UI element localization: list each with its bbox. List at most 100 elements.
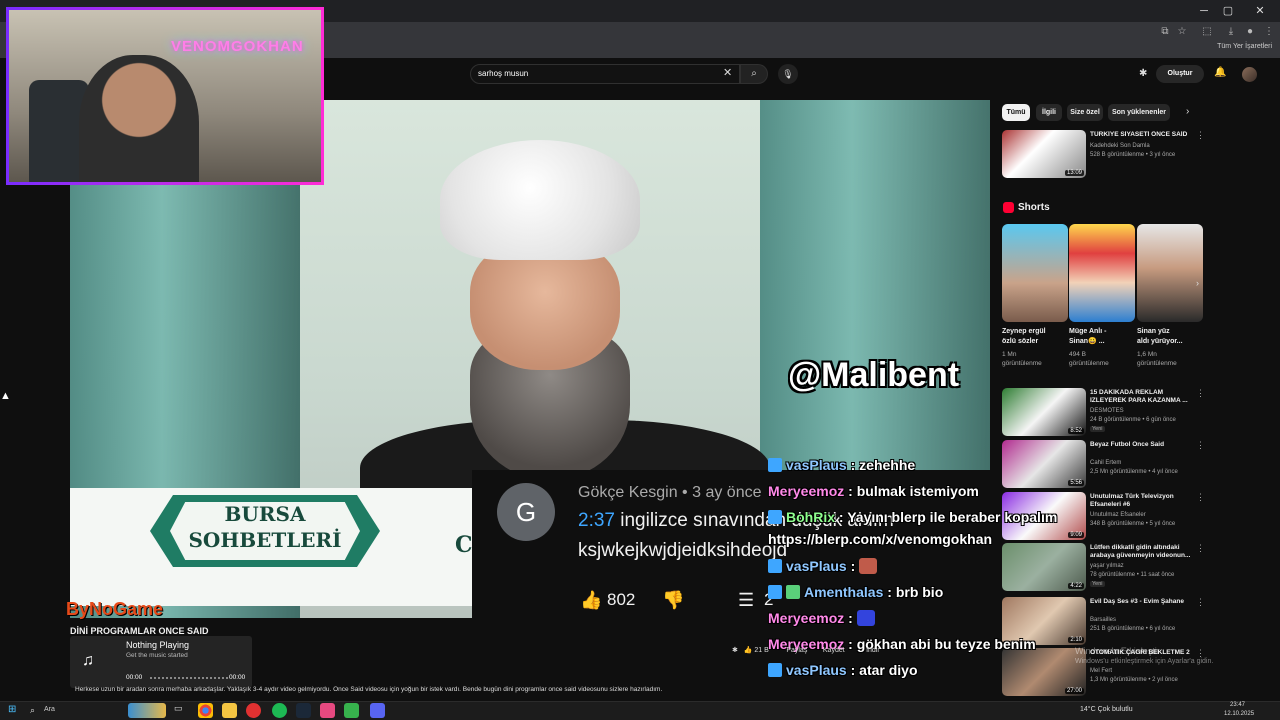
short-thumbnail-1[interactable]: [1002, 224, 1068, 322]
app-icon[interactable]: [320, 703, 335, 718]
video-title[interactable]: TÜRKİYE SİYASETİ ÖNCE SAİD: [1090, 131, 1190, 139]
more-options-icon[interactable]: ⋮: [1196, 597, 1205, 608]
search-icon[interactable]: ⌕: [740, 64, 768, 84]
start-icon[interactable]: ⊞: [8, 704, 16, 715]
chip-all[interactable]: Tümü: [1002, 104, 1030, 121]
search-icon[interactable]: ⌕: [30, 705, 35, 716]
comment-text-line2: ksjwkejkwjdjeidksihdeojd: [578, 540, 788, 561]
video-meta: 78 görüntülenme • 11 saat önce: [1090, 572, 1175, 578]
share-button[interactable]: Paylaş: [786, 647, 807, 654]
video-title-line2[interactable]: Efsaneleri #6: [1090, 501, 1190, 509]
video-channel[interactable]: yaşar yılmaz: [1090, 562, 1124, 570]
related-video-item[interactable]: 8:52 15 DAKİKADA REKLAM İZLEYEREK PARA KAZ…: [1002, 388, 1205, 436]
weather-widget[interactable]: 14°C Çok bulutlu: [1080, 706, 1133, 713]
notifications-bell-icon[interactable]: 🔔: [1214, 67, 1226, 78]
maximize-button[interactable]: ▢: [1218, 3, 1238, 19]
chat-message: brb bio: [895, 584, 944, 600]
create-button[interactable]: Oluştur: [1156, 65, 1204, 83]
video-channel[interactable]: Cahil Ertem: [1090, 459, 1121, 467]
more-options-icon[interactable]: ⋮: [1196, 440, 1205, 451]
more-options-icon[interactable]: ⋮: [1196, 492, 1205, 503]
related-video-item[interactable]: 4:22 Lütfen dikkatli gidin altındaki araba…: [1002, 543, 1205, 591]
account-avatar[interactable]: [1242, 67, 1257, 82]
chat-line: https://blerp.com/x/venomgokhan: [768, 531, 992, 547]
video-channel[interactable]: Mel Fert: [1090, 667, 1112, 675]
video-title[interactable]: Evil Daş Ses #3 - Evim Şahane: [1090, 598, 1190, 606]
short-thumbnail-3[interactable]: [1137, 224, 1203, 322]
short-title-2[interactable]: Müge Anlı - Sinan😀 ...: [1069, 327, 1106, 347]
chip-recent[interactable]: Son yüklenenler: [1108, 104, 1170, 121]
mouse-cursor-icon: ▲: [0, 390, 11, 402]
spotify-icon[interactable]: [272, 703, 287, 718]
task-view-icon[interactable]: ▭: [174, 703, 189, 718]
opera-icon[interactable]: [246, 703, 261, 718]
video-thumbnail[interactable]: 5:56: [1002, 440, 1086, 488]
chat-user: vasPlaus: [786, 558, 847, 574]
cast-icon[interactable]: ⧉: [1158, 25, 1172, 39]
app-icon[interactable]: [344, 703, 359, 718]
file-explorer-icon[interactable]: [222, 703, 237, 718]
close-window-button[interactable]: ✕: [1250, 3, 1270, 19]
video-channel[interactable]: Kadehdeki Son Damla: [1090, 142, 1150, 150]
profile-icon[interactable]: ●: [1243, 25, 1257, 39]
extensions-icon[interactable]: ⬚: [1200, 25, 1214, 39]
save-button[interactable]: Kaydet: [823, 647, 845, 654]
chevron-right-icon[interactable]: ›: [1186, 106, 1189, 117]
video-thumbnail[interactable]: 13:09: [1002, 130, 1086, 178]
video-duration: 4:22: [1068, 583, 1084, 589]
clear-search-icon[interactable]: ✕: [723, 66, 732, 79]
more-options-icon[interactable]: ⋮: [1196, 388, 1205, 399]
chrome-icon[interactable]: [198, 703, 213, 718]
chip-for-you[interactable]: Size özel: [1067, 104, 1103, 121]
search-query[interactable]: sarhoş musun: [478, 69, 528, 78]
discord-icon[interactable]: [370, 703, 385, 718]
more-options-icon[interactable]: ⋮: [1196, 130, 1205, 141]
short-title-1[interactable]: Zeynep ergül özlü sözler: [1002, 327, 1046, 347]
chat-line: Amenthalas : brb bio: [768, 584, 943, 600]
video-title-line2[interactable]: arabaya güvenmeyin videonun...: [1090, 552, 1190, 560]
chat-user: Meryeemoz: [768, 483, 845, 499]
all-bookmarks-link[interactable]: Tüm Yer İşaretleri: [1217, 43, 1272, 50]
video-thumbnail[interactable]: 4:22: [1002, 543, 1086, 591]
related-video-item[interactable]: 5:56 Beyaz Futbol Once Said Cahil Ertem 2,5…: [1002, 440, 1205, 488]
download-button[interactable]: İndir: [866, 647, 880, 654]
clock-date[interactable]: 12.10.2025: [1224, 711, 1254, 717]
like-count[interactable]: 21 B: [754, 647, 768, 654]
video-title[interactable]: 15 DAKİKADA REKLAM: [1090, 389, 1190, 397]
video-title[interactable]: Beyaz Futbol Once Said: [1090, 441, 1190, 449]
gear-icon[interactable]: ✱: [1139, 68, 1147, 79]
microphone-icon[interactable]: 🎙: [778, 64, 798, 84]
minimize-button[interactable]: ─: [1194, 3, 1214, 19]
video-thumbnail[interactable]: 8:52: [1002, 388, 1086, 436]
bookmark-star-icon[interactable]: ☆: [1175, 25, 1189, 39]
menu-icon[interactable]: ⋮: [1262, 25, 1276, 39]
short-title-3[interactable]: Sinan yüz aldı yürüyor...: [1137, 327, 1183, 347]
chat-message: Yayını blerp ile beraber kopalım: [847, 509, 1058, 525]
video-channel[interactable]: Unutulmaz Efsaneler: [1090, 511, 1146, 519]
video-title[interactable]: Lütfen dikkatli gidin altındaki: [1090, 544, 1190, 552]
short-thumbnail-2[interactable]: [1069, 224, 1135, 322]
video-duration: 2:10: [1068, 637, 1084, 643]
video-channel[interactable]: DESMOTES: [1090, 407, 1124, 415]
video-title[interactable]: Unutulmaz Türk Televizyon: [1090, 493, 1190, 501]
widgets-icon[interactable]: [128, 703, 166, 718]
shorts-next-icon[interactable]: ›: [1196, 278, 1199, 288]
music-title: Nothing Playing: [126, 640, 190, 650]
video-thumbnail[interactable]: 27:00: [1002, 648, 1086, 696]
gear-icon[interactable]: ✱: [732, 647, 738, 654]
chip-related[interactable]: İlgili: [1036, 104, 1062, 121]
related-video-top[interactable]: 13:09 TÜRKİYE SİYASETİ ÖNCE SAİD Kadehde…: [1002, 130, 1205, 178]
chat-link[interactable]: https://blerp.com/x/venomgokhan: [768, 531, 992, 547]
chat-line: vasPlaus : atar diyo: [768, 662, 918, 678]
video-title-line2[interactable]: İZLEYEREK PARA KAZANMA ...: [1090, 397, 1190, 405]
video-description[interactable]: Herkese uzun bir aradan sonra merhaba ar…: [75, 686, 915, 693]
video-channel[interactable]: Barsailles: [1090, 616, 1116, 624]
taskbar-search[interactable]: Ara: [44, 706, 55, 713]
steam-icon[interactable]: [296, 703, 311, 718]
clock-time[interactable]: 23:47: [1230, 702, 1245, 708]
more-options-icon[interactable]: ⋮: [1196, 543, 1205, 554]
like-icon[interactable]: 👍: [744, 647, 753, 654]
short-meta-2: 494 Bgörüntülenme: [1069, 351, 1109, 367]
video-meta: 348 B görüntülenme • 5 yıl önce: [1090, 521, 1176, 527]
downloads-icon[interactable]: ⤓: [1224, 25, 1238, 39]
